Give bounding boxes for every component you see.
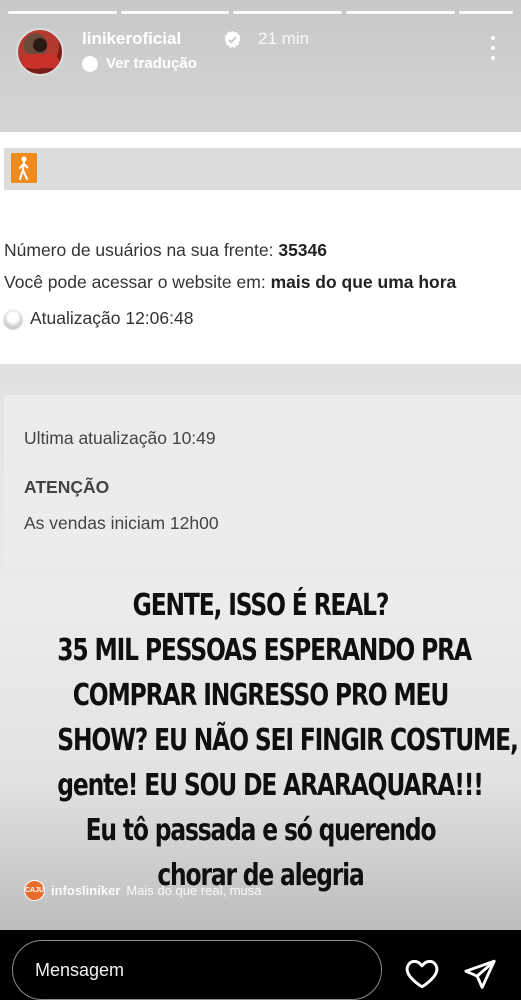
attention-heading: ATENÇÃO [24,477,110,497]
users-ahead-label: Número de usuários na sua frente: [4,240,274,260]
heart-icon[interactable] [404,957,440,989]
queue-screenshot: Número de usuários na sua frente: 35346 … [0,132,521,364]
progress-segment [8,11,117,14]
caption-line: COMPRAR INGRESSO PRO MEU [72,678,450,713]
access-time-value: mais do que uma hora [270,272,457,292]
avatar[interactable] [16,28,64,76]
sales-start-text: As vendas iniciam 12h00 [24,513,219,533]
refresh-status: Atualização 12:06:48 [4,308,193,329]
users-ahead-count: 35346 [278,240,328,260]
verified-badge-icon [224,30,241,48]
translate-icon [82,55,98,72]
progress-segment [346,11,455,14]
more-options-icon[interactable] [491,36,497,60]
story-footer [0,930,521,1000]
send-icon[interactable] [462,957,498,991]
last-update-text: Ultima atualização 10:49 [24,428,216,448]
story-header: linikeroficial 21 min Ver tradução [16,26,505,78]
loading-spinner-icon [4,309,22,328]
progress-segment [120,11,230,14]
translate-label: Ver tradução [106,55,197,72]
story-view[interactable]: linikeroficial 21 min Ver tradução Númer… [0,0,521,930]
refresh-time: Atualização 12:06:48 [30,308,194,328]
translate-button[interactable]: Ver tradução [82,55,197,72]
caption-line: Eu tô passada e só querendo [85,813,437,848]
progress-segment [233,11,343,14]
story-progress-bar [8,11,514,14]
story-caption: GENTE, ISSO É REAL? 35 MIL PESSOAS ESPER… [57,583,519,898]
credit-handle: infosliniker [51,883,121,898]
caption-line: 35 MIL PESSOAS ESPERANDO PRA [57,633,472,668]
users-ahead-line: Número de usuários na sua frente: 35346 [4,240,327,261]
access-time-label: Você pode acessar o website em: [4,272,266,292]
caption-line: GENTE, ISSO É REAL? [132,588,390,623]
credit-text: Mais do que real, musa [126,883,262,898]
progress-segment-current [458,11,514,14]
caption-line: gente! EU SOU DE ARARAQUARA!!! [57,768,484,803]
access-time-line: Você pode acessar o website em: mais do … [4,272,456,293]
username[interactable]: linikeroficial [82,29,181,49]
walking-person-icon [11,153,37,183]
story-timestamp: 21 min [258,29,310,48]
repost-credit[interactable]: CAJU infosliniker Mais do que real, musa [24,880,261,901]
caption-line: SHOW? EU NÃO SEI FINGIR COSTUME, [57,723,519,758]
credit-avatar: CAJU [24,880,45,901]
message-input[interactable] [12,940,382,1000]
queue-header-bar [4,148,521,190]
notice-box: Ultima atualização 10:49 ATENÇÃO As vend… [4,395,521,567]
